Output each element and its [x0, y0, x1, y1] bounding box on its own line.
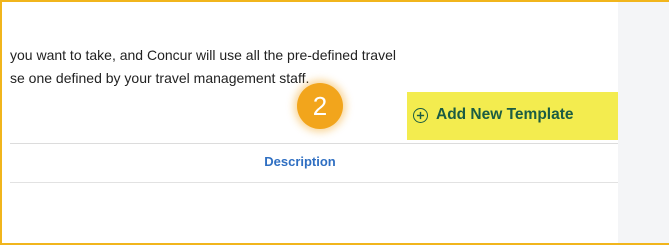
right-gutter: [618, 2, 669, 243]
add-new-template-label: Add New Template: [436, 106, 574, 123]
callout-border-left: [0, 0, 2, 245]
table-top-divider: [10, 143, 618, 144]
screenshot-frame: you want to take, and Concur will use al…: [0, 0, 669, 245]
intro-text-line-1: you want to take, and Concur will use al…: [10, 47, 396, 63]
step-number-badge: 2: [297, 83, 343, 129]
plus-circle-icon: [413, 107, 428, 123]
intro-text: you want to take, and Concur will use al…: [10, 44, 610, 90]
table-header-divider: [10, 182, 618, 183]
column-header-description[interactable]: Description: [150, 154, 450, 169]
callout-border-top: [0, 0, 669, 2]
add-new-template-button[interactable]: Add New Template: [413, 100, 574, 130]
